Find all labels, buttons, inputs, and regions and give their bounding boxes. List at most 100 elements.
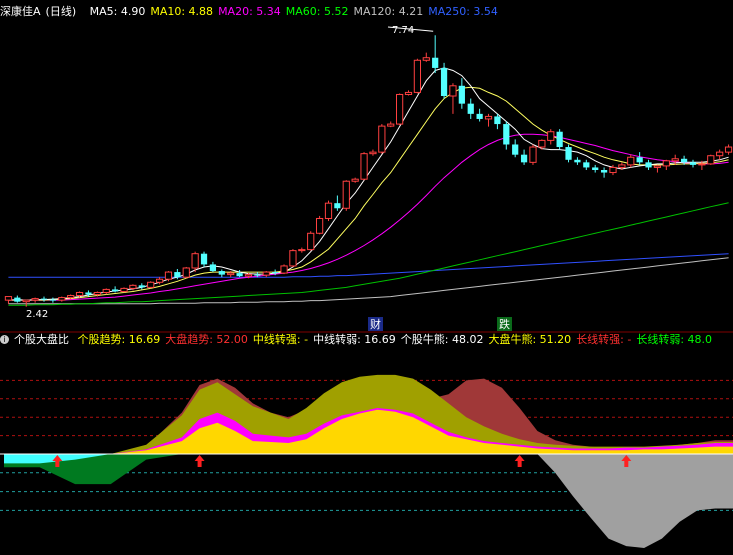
candle-body-down [645,162,652,168]
candle-body-up [315,217,324,234]
marker-cai: 财 [368,317,383,331]
candle-body-up [244,274,253,277]
candle-body-up [307,232,315,251]
candle-body-down [272,272,279,274]
candle-body-up [4,296,13,301]
candle-body-up [484,115,493,120]
candle-body-up [627,156,635,166]
candle-body-up [75,291,84,297]
candle-body-up [618,164,626,168]
candle-body-down [592,167,599,170]
candle-body-down [476,113,483,119]
candle-body-down [583,162,590,168]
indicator-legend-item-1: 大盘趋势: 52.00 [165,333,248,346]
candle-body-up [360,153,368,180]
candle-body-down [467,103,474,114]
candle-body-up [387,123,395,127]
low-annotation: 2.42 [26,309,48,320]
ma-legend: 深康佳A (日线) MA5: 4.90 MA10: 4.88 MA20: 5.34 MA… [0,3,733,21]
ma-legend-item-2: MA20: 5.34 [218,5,281,18]
candle-body-up [191,253,199,269]
candle-body-up [342,180,350,209]
ma-legend-item-4: MA120: 4.21 [353,5,424,18]
candle-body-up [413,59,422,93]
indicator-legend: i 个股大盘比 个股趋势: 16.69 大盘趋势: 52.00 中线转强: - 中线转弱… [0,331,733,349]
candle-body-up [289,250,297,267]
candle-body-down [200,253,208,265]
candle-body-up [262,271,270,276]
candle-body-down [432,57,439,68]
indicator-info-icon[interactable]: i [0,335,9,344]
candle-body-down [520,154,528,163]
candle-body-up [129,284,137,289]
candle-body-up [396,93,404,125]
indicator-items: 个股趋势: 16.69 大盘趋势: 52.00 中线转强: - 中线转弱: 16.69… [78,333,718,346]
candle-body-up [369,151,377,155]
candle-body-down [636,157,643,163]
indicator-legend-item-3: 中线转弱: 16.69 [313,333,396,346]
candle-body-up [422,57,430,61]
marker-cai-label: 财 [370,317,381,331]
candle-body-down [503,124,510,145]
candle-body-down [458,85,465,104]
candle-body-up [609,166,617,174]
candle-body-down [565,147,572,160]
candle-body-up [538,139,546,148]
candle-body-up [724,146,733,153]
indicator-legend-item-4: 个股牛熊: 48.02 [400,333,484,346]
candle-body-down [556,131,563,148]
candle-body-down [218,271,225,275]
candle-body-down [440,67,448,96]
candle-body-up [324,202,333,219]
candle-body-down [494,116,501,125]
candle-body-up [404,91,413,95]
candle-body-down [174,272,181,278]
candle-body-down [40,298,48,300]
candle-body-up [120,287,128,292]
candle-body-down [574,159,581,163]
candle-body-down [680,158,688,163]
period-label: (日线) [45,5,77,18]
candle-body-down [49,299,57,301]
indicator-legend-item-2: 中线转强: - [252,333,309,346]
candle-body-up [449,85,457,97]
candle-body-up [93,291,101,296]
candle-body-down [138,285,145,288]
indicator-legend-item-0: 个股趋势: 16.69 [77,333,161,346]
candle-body-up [662,160,670,167]
candle-body-up [182,267,190,278]
candle-body-up [67,295,75,299]
indicator-legend-item-6: 长线转强: - [576,333,632,346]
candle-body-up [155,278,164,283]
candle-body-down [334,203,341,209]
candle-body-up [351,178,359,182]
candle-body-up [653,165,662,168]
candle-body-down [254,274,261,276]
ma-legend-item-3: MA60: 5.52 [285,5,349,18]
stock-chart: 7.74 2.42 财 跌 [0,0,733,555]
candle-body-up [280,265,288,274]
ma-items: MA5: 4.90 MA10: 4.88 MA20: 5.34 MA60: 5.52 M… [90,5,503,18]
candle-body-up [227,272,235,276]
indicator-legend-item-7: 长线转弱: 48.0 [636,333,713,346]
candle-body-up [22,299,30,303]
candle-body-up [147,281,155,288]
candle-body-down [14,297,21,302]
candle-body-down [209,264,217,272]
ma-legend-item-1: MA10: 4.88 [150,5,214,18]
candle-body-up [716,151,724,157]
candle-body-down [512,144,519,155]
candle-body-up [547,131,555,141]
candle-body-up [707,155,715,165]
stock-title: 深康佳A (日线) [0,5,85,18]
indicator-legend-item-5: 大盘牛熊: 51.20 [488,333,572,346]
candle-body-up [58,297,66,301]
candle-body-down [689,162,697,165]
candle-body-up [378,125,386,153]
candle-body-up [298,249,306,252]
candle-body-up [31,298,39,301]
candle-body-down [236,273,243,277]
candle-body-up [102,288,110,293]
high-annotation: 7.74 [392,25,414,36]
candle-body-up [698,163,706,166]
